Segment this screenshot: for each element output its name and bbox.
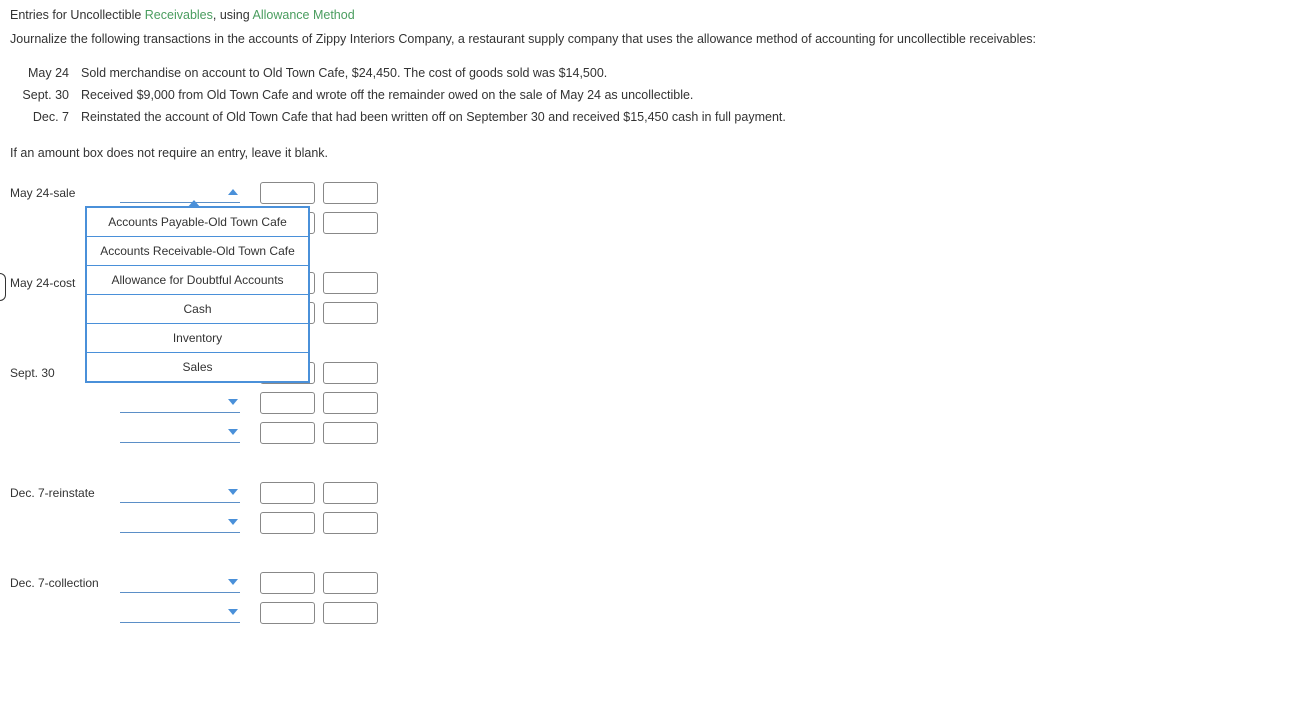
account-dropdown[interactable] bbox=[120, 483, 240, 503]
credit-input[interactable] bbox=[323, 422, 378, 444]
title-text: Entries for Uncollectible bbox=[10, 8, 145, 22]
credit-input[interactable] bbox=[323, 362, 378, 384]
credit-input[interactable] bbox=[323, 602, 378, 624]
dropdown-option[interactable]: Inventory bbox=[87, 324, 308, 353]
debit-input[interactable] bbox=[260, 602, 315, 624]
chevron-up-icon bbox=[228, 189, 238, 195]
chevron-down-icon bbox=[228, 429, 238, 435]
debit-input[interactable] bbox=[260, 572, 315, 594]
transaction-desc: Reinstated the account of Old Town Cafe … bbox=[81, 110, 1291, 124]
dropdown-option[interactable]: Sales bbox=[87, 353, 308, 381]
title-link-allowance[interactable]: Allowance Method bbox=[253, 8, 355, 22]
account-dropdown[interactable] bbox=[120, 393, 240, 413]
transaction-date: Dec. 7 bbox=[16, 110, 81, 124]
journal-entries: May 24-sale Accounts Payable-Old Town Ca… bbox=[10, 178, 1291, 628]
transaction-desc: Sold merchandise on account to Old Town … bbox=[81, 66, 1291, 80]
debit-input[interactable] bbox=[260, 482, 315, 504]
credit-input[interactable] bbox=[323, 212, 378, 234]
debit-input[interactable] bbox=[260, 422, 315, 444]
transaction-row: Sept. 30 Received $9,000 from Old Town C… bbox=[16, 88, 1291, 102]
page-cut-marker bbox=[0, 273, 6, 301]
entry-dec7-reinstate: Dec. 7-reinstate bbox=[10, 478, 1291, 538]
chevron-down-icon bbox=[228, 399, 238, 405]
credit-input[interactable] bbox=[323, 302, 378, 324]
debit-input[interactable] bbox=[260, 512, 315, 534]
account-dropdown[interactable] bbox=[120, 573, 240, 593]
chevron-down-icon bbox=[228, 519, 238, 525]
account-dropdown[interactable] bbox=[120, 513, 240, 533]
transactions-list: May 24 Sold merchandise on account to Ol… bbox=[16, 66, 1291, 124]
entry-dec7-collection: Dec. 7-collection bbox=[10, 568, 1291, 628]
entry-label: May 24-sale bbox=[10, 186, 120, 200]
entry-label: Dec. 7-collection bbox=[10, 576, 120, 590]
account-dropdown-menu[interactable]: Accounts Payable-Old Town Cafe Accounts … bbox=[85, 206, 310, 383]
debit-input[interactable] bbox=[260, 392, 315, 414]
account-dropdown[interactable] bbox=[120, 183, 240, 203]
transaction-desc: Received $9,000 from Old Town Cafe and w… bbox=[81, 88, 1291, 102]
credit-input[interactable] bbox=[323, 512, 378, 534]
credit-input[interactable] bbox=[323, 572, 378, 594]
chevron-down-icon bbox=[228, 489, 238, 495]
debit-input[interactable] bbox=[260, 182, 315, 204]
dropdown-option[interactable]: Accounts Receivable-Old Town Cafe bbox=[87, 237, 308, 266]
credit-input[interactable] bbox=[323, 482, 378, 504]
intro-paragraph: Journalize the following transactions in… bbox=[10, 32, 1291, 46]
transaction-row: May 24 Sold merchandise on account to Ol… bbox=[16, 66, 1291, 80]
instruction-note: If an amount box does not require an ent… bbox=[10, 146, 1291, 160]
dropdown-option[interactable]: Allowance for Doubtful Accounts bbox=[87, 266, 308, 295]
chevron-down-icon bbox=[228, 579, 238, 585]
entry-may24-sale: May 24-sale Accounts Payable-Old Town Ca… bbox=[10, 178, 1291, 238]
entry-label: Dec. 7-reinstate bbox=[10, 486, 120, 500]
account-dropdown[interactable] bbox=[120, 603, 240, 623]
chevron-down-icon bbox=[228, 609, 238, 615]
transaction-date: Sept. 30 bbox=[16, 88, 81, 102]
dropdown-option[interactable]: Cash bbox=[87, 295, 308, 324]
transaction-row: Dec. 7 Reinstated the account of Old Tow… bbox=[16, 110, 1291, 124]
dropdown-option[interactable]: Accounts Payable-Old Town Cafe bbox=[87, 208, 308, 237]
title-link-receivables[interactable]: Receivables bbox=[145, 8, 213, 22]
title-text-2: , using bbox=[213, 8, 253, 22]
page-title: Entries for Uncollectible Receivables, u… bbox=[10, 8, 1291, 22]
credit-input[interactable] bbox=[323, 182, 378, 204]
credit-input[interactable] bbox=[323, 272, 378, 294]
transaction-date: May 24 bbox=[16, 66, 81, 80]
account-dropdown[interactable] bbox=[120, 423, 240, 443]
credit-input[interactable] bbox=[323, 392, 378, 414]
